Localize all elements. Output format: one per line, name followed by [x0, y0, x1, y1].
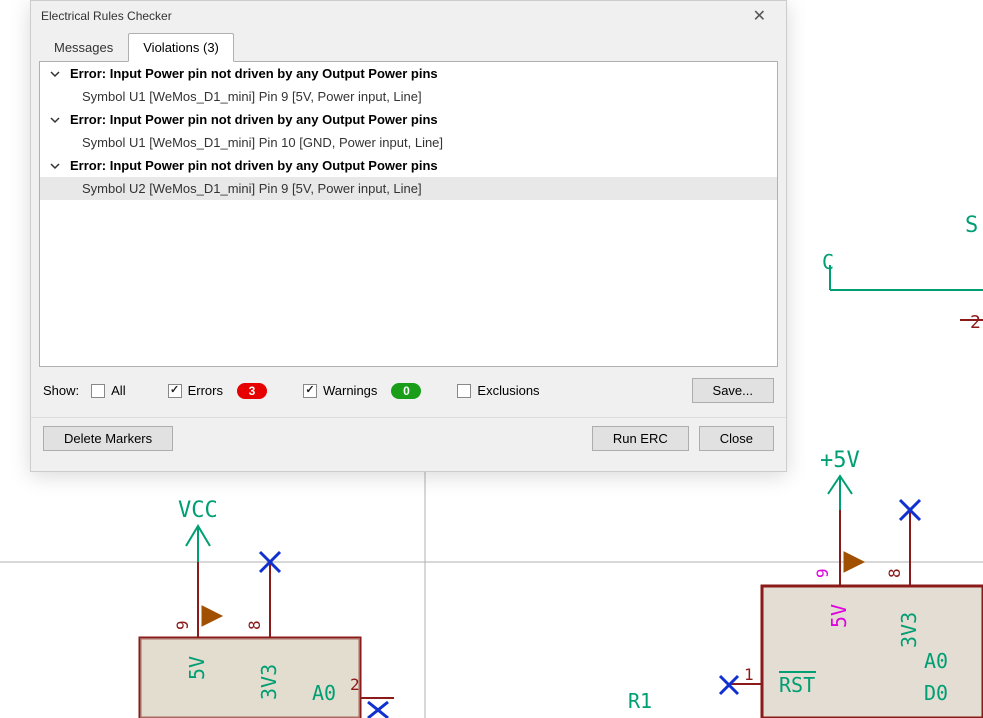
errors-count-badge: 3 [237, 383, 267, 399]
show-label: Show: [43, 383, 79, 398]
violation-detail[interactable]: Symbol U1 [WeMos_D1_mini] Pin 10 [GND, P… [40, 131, 777, 154]
run-erc-button[interactable]: Run ERC [592, 426, 689, 451]
checkbox-box[interactable] [91, 384, 105, 398]
tab-messages[interactable]: Messages [39, 33, 128, 62]
pin-num-8-right: 8 [885, 568, 904, 578]
pin-num-2-left: 2 [350, 675, 360, 694]
titlebar[interactable]: Electrical Rules Checker ✕ [31, 1, 786, 31]
a0-left: A0 [312, 681, 336, 705]
checkbox-box[interactable] [303, 384, 317, 398]
pin-5v-right: 5V [827, 604, 851, 628]
warnings-count-badge: 0 [391, 383, 421, 399]
checkbox-warnings[interactable]: Warnings [303, 383, 377, 398]
chevron-down-icon[interactable] [48, 67, 62, 81]
violation-header-text: Error: Input Power pin not driven by any… [70, 112, 438, 127]
pin-3v3-left: 3V3 [257, 664, 281, 700]
checkbox-errors-label: Errors [188, 383, 223, 398]
close-icon[interactable]: ✕ [743, 4, 776, 28]
checkbox-exclusions[interactable]: Exclusions [457, 383, 539, 398]
chevron-down-icon[interactable] [48, 159, 62, 173]
tab-violations[interactable]: Violations (3) [128, 33, 234, 62]
checkbox-errors[interactable]: Errors [168, 383, 223, 398]
pin-2-top: 2 [970, 312, 981, 333]
vcc-label: VCC [178, 498, 218, 523]
plus5v-label: +5V [820, 448, 860, 473]
dialog-title: Electrical Rules Checker [41, 9, 743, 23]
filter-row: Show: All Errors 3 Warnings 0 Exclusions… [31, 368, 786, 413]
button-row: Delete Markers Run ERC Close [31, 417, 786, 463]
checkbox-exclusions-label: Exclusions [477, 383, 539, 398]
checkbox-all-label: All [111, 383, 125, 398]
violation-header-text: Error: Input Power pin not driven by any… [70, 158, 438, 173]
close-button[interactable]: Close [699, 426, 774, 451]
violations-list[interactable]: Error: Input Power pin not driven by any… [39, 61, 778, 367]
a0-right: A0 [924, 649, 948, 673]
rst-label: RST [779, 673, 815, 697]
checkbox-box[interactable] [168, 384, 182, 398]
violation-header-text: Error: Input Power pin not driven by any… [70, 66, 438, 81]
violation-header[interactable]: Error: Input Power pin not driven by any… [40, 62, 777, 85]
s-label: S [965, 213, 978, 238]
save-button[interactable]: Save... [692, 378, 774, 403]
violation-header[interactable]: Error: Input Power pin not driven by any… [40, 154, 777, 177]
tab-bar: Messages Violations (3) [31, 33, 786, 62]
delete-markers-button[interactable]: Delete Markers [43, 426, 173, 451]
r1-label: R1 [628, 689, 652, 713]
checkbox-all[interactable]: All [91, 383, 125, 398]
pin-5v-left: 5V [185, 656, 209, 680]
pin-num-9-right: 9 [813, 568, 832, 578]
pin-num-9-left: 9 [173, 620, 192, 630]
pin-num-8-left: 8 [245, 620, 264, 630]
chevron-down-icon[interactable] [48, 113, 62, 127]
c-stub: C [822, 250, 834, 274]
erc-dialog: Electrical Rules Checker ✕ Messages Viol… [30, 0, 787, 472]
pin-3v3-right: 3V3 [897, 612, 921, 648]
pin-num-1-right: 1 [744, 665, 754, 684]
violation-header[interactable]: Error: Input Power pin not driven by any… [40, 108, 777, 131]
d0-right: D0 [924, 681, 948, 705]
violation-detail[interactable]: Symbol U1 [WeMos_D1_mini] Pin 9 [5V, Pow… [40, 85, 777, 108]
checkbox-warnings-label: Warnings [323, 383, 377, 398]
violation-detail[interactable]: Symbol U2 [WeMos_D1_mini] Pin 9 [5V, Pow… [40, 177, 777, 200]
checkbox-box[interactable] [457, 384, 471, 398]
